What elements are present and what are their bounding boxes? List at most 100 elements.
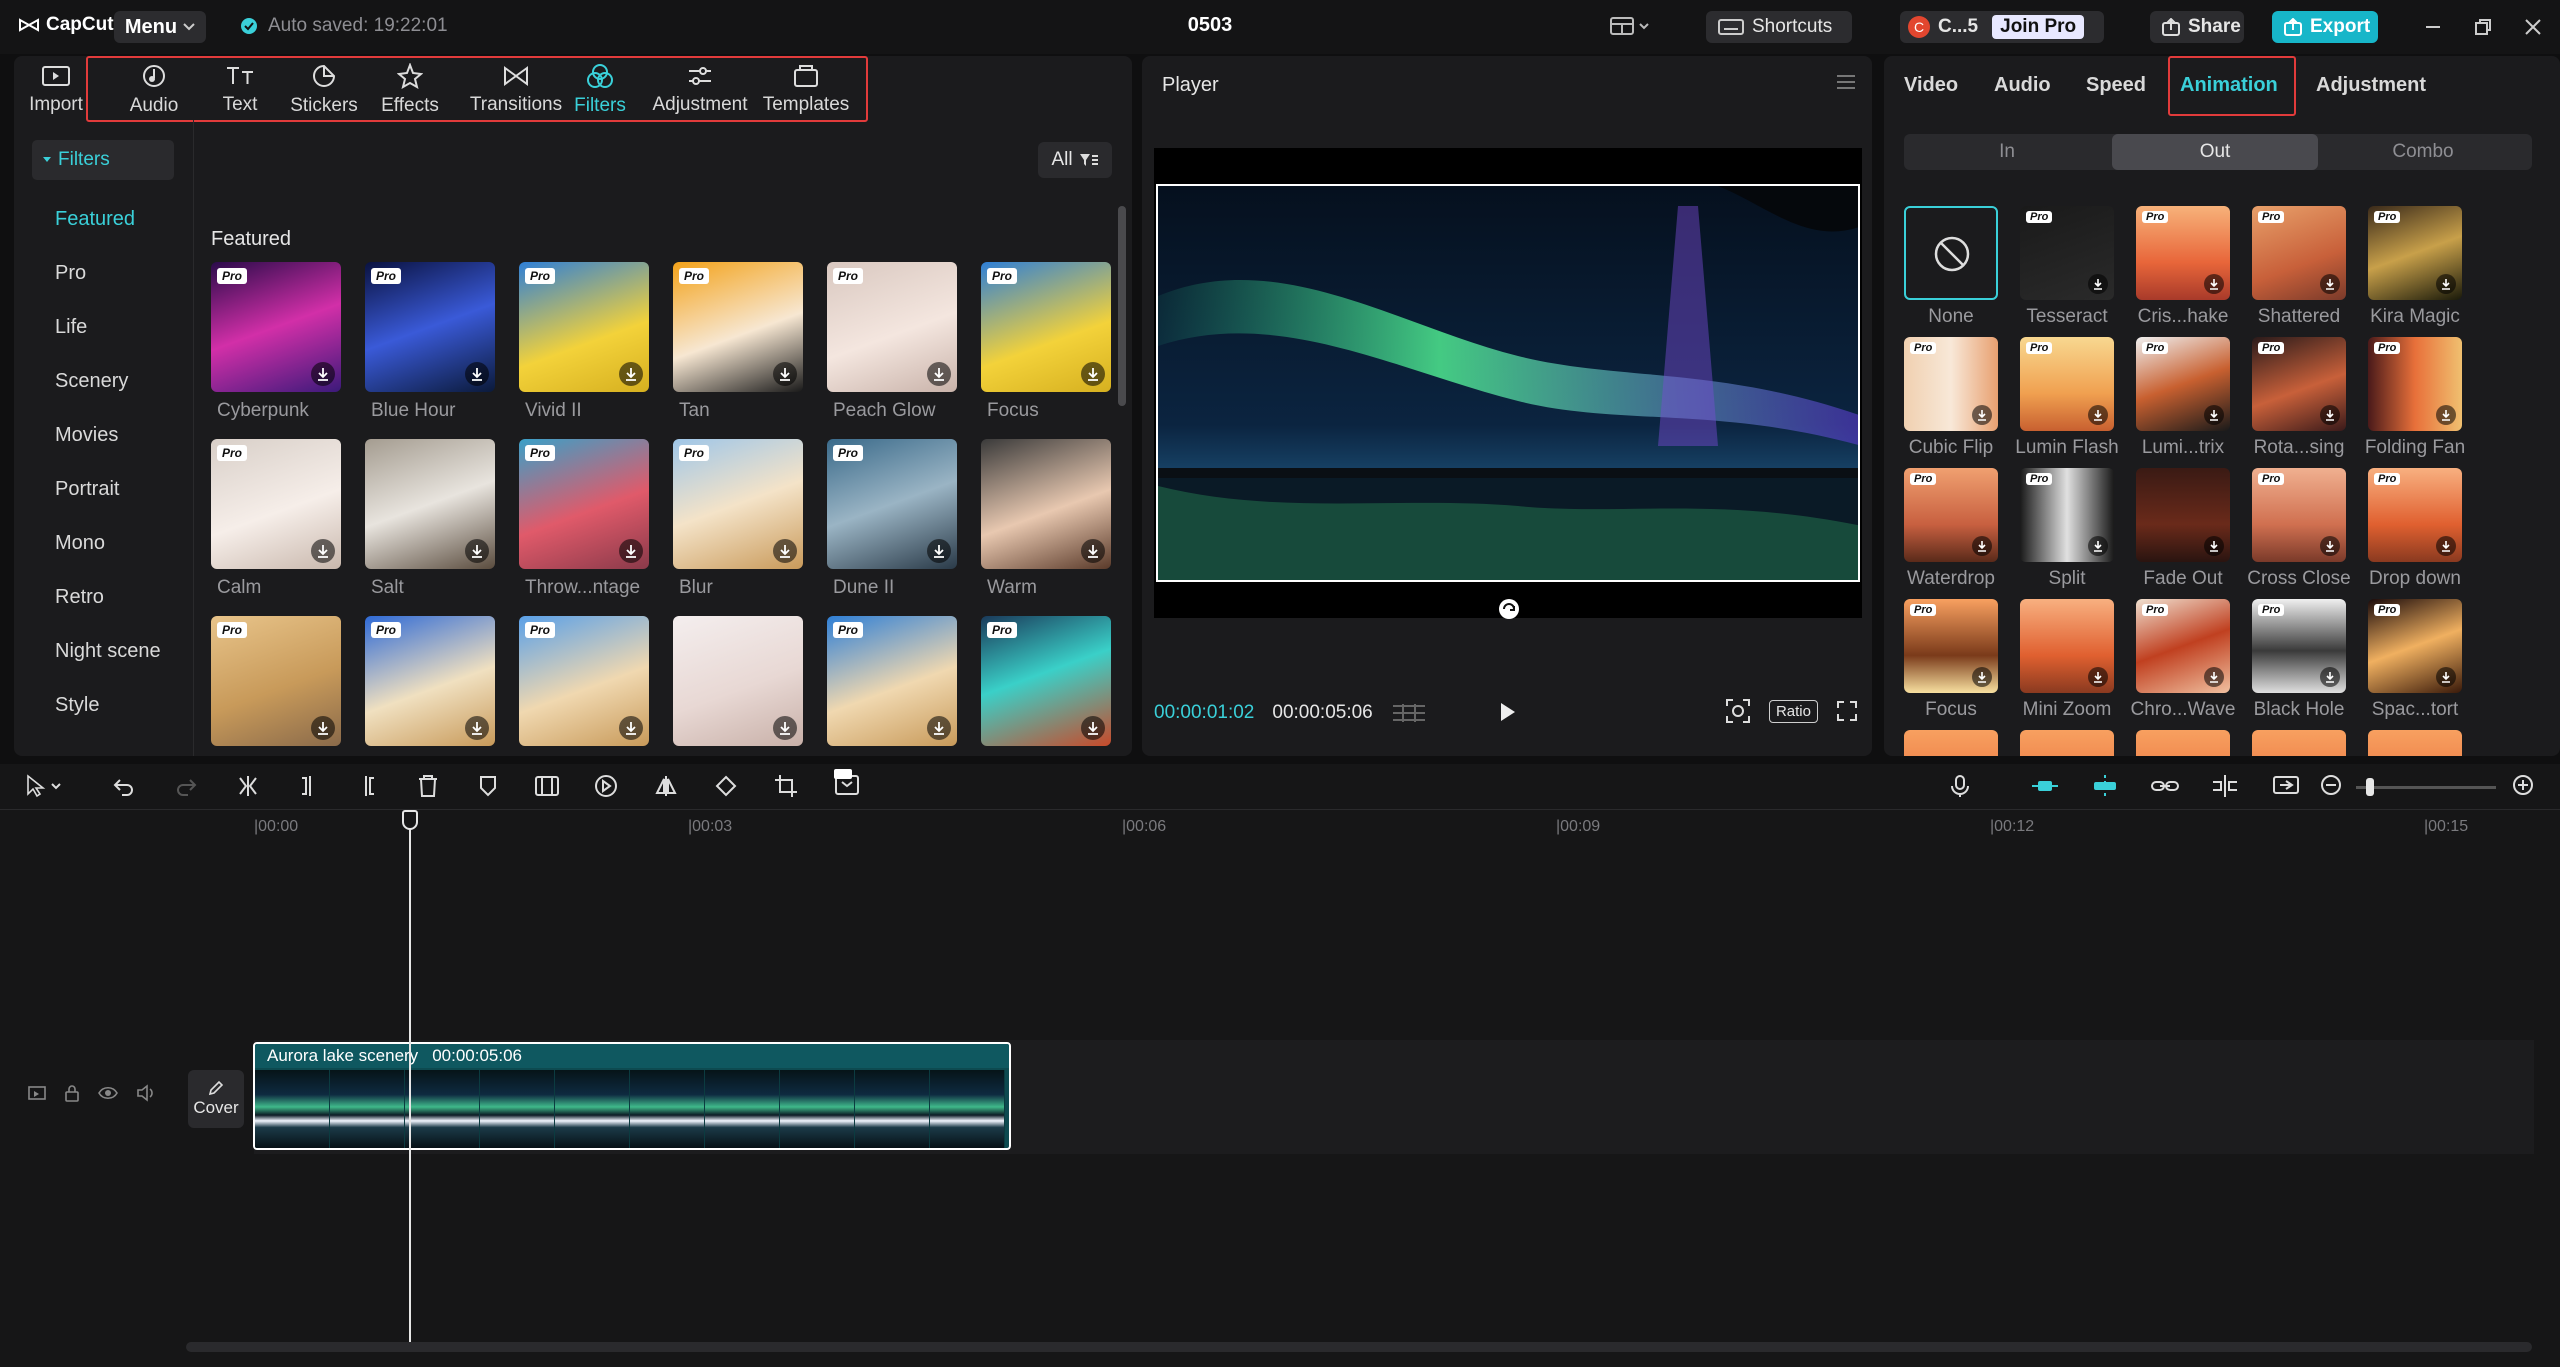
- download-icon[interactable]: [2320, 405, 2340, 425]
- video-preview[interactable]: [1156, 184, 1860, 582]
- reverse-icon[interactable]: [594, 774, 618, 798]
- download-icon[interactable]: [1972, 667, 1992, 687]
- download-icon[interactable]: [2204, 536, 2224, 556]
- download-icon[interactable]: [465, 539, 489, 563]
- filter-thumbnail[interactable]: [981, 439, 1111, 569]
- download-icon[interactable]: [2436, 667, 2456, 687]
- animation-thumbnail[interactable]: Pro: [2252, 468, 2346, 562]
- animation-thumbnail[interactable]: Pro: [2368, 599, 2462, 693]
- download-icon[interactable]: [2320, 667, 2340, 687]
- fullscreen-icon[interactable]: [1836, 700, 1858, 722]
- download-icon[interactable]: [1972, 536, 1992, 556]
- preview-axis-icon[interactable]: [2210, 774, 2240, 798]
- filter-thumbnail[interactable]: Pro: [211, 262, 341, 392]
- lock-icon[interactable]: [64, 1084, 80, 1102]
- zoom-slider-track[interactable]: [2356, 786, 2496, 789]
- download-icon[interactable]: [1081, 716, 1105, 740]
- layout-icon[interactable]: [1610, 16, 1650, 38]
- crop-icon[interactable]: [774, 774, 798, 798]
- media-scrollbar[interactable]: [1118, 206, 1126, 406]
- category-night-scene[interactable]: Night scene: [55, 640, 161, 663]
- video-clip[interactable]: Aurora lake scenery 00:00:05:06: [253, 1042, 1011, 1150]
- zoom-to-fit-icon[interactable]: [2272, 774, 2302, 798]
- download-icon[interactable]: [773, 362, 797, 386]
- filter-thumbnail[interactable]: Pro: [981, 616, 1111, 746]
- split-right-icon[interactable]: [356, 774, 380, 798]
- tab-video[interactable]: Video: [1904, 74, 1958, 97]
- mirror-icon[interactable]: [654, 774, 678, 798]
- download-icon[interactable]: [619, 716, 643, 740]
- tab-inspector-adjustment[interactable]: Adjustment: [2316, 74, 2426, 97]
- minimize-icon[interactable]: [2424, 20, 2442, 34]
- filter-thumbnail[interactable]: Pro: [211, 439, 341, 569]
- animation-thumbnail[interactable]: [2368, 730, 2462, 756]
- animation-thumbnail[interactable]: Pro: [1904, 337, 1998, 431]
- close-icon[interactable]: [2524, 18, 2542, 36]
- animation-thumbnail[interactable]: Pro: [1904, 599, 1998, 693]
- screenshot-icon[interactable]: [1725, 698, 1751, 724]
- animation-thumbnail[interactable]: Pro: [2020, 337, 2114, 431]
- download-icon[interactable]: [2204, 274, 2224, 294]
- category-style[interactable]: Style: [55, 694, 99, 717]
- filter-thumbnail[interactable]: Pro: [519, 439, 649, 569]
- animation-thumbnail[interactable]: [2020, 599, 2114, 693]
- linkage-icon[interactable]: [2150, 774, 2180, 798]
- download-icon[interactable]: [773, 539, 797, 563]
- share-button[interactable]: Share: [2150, 11, 2244, 43]
- animation-thumbnail[interactable]: Pro: [2252, 206, 2346, 300]
- download-icon[interactable]: [619, 539, 643, 563]
- auto-reframe-icon[interactable]: [832, 768, 862, 798]
- download-icon[interactable]: [311, 539, 335, 563]
- split-icon[interactable]: [236, 774, 260, 798]
- ratio-button[interactable]: Ratio: [1768, 699, 1818, 723]
- project-title[interactable]: 0503: [1160, 14, 1260, 37]
- download-icon[interactable]: [619, 362, 643, 386]
- download-icon[interactable]: [465, 716, 489, 740]
- filter-thumbnail[interactable]: [365, 439, 495, 569]
- animation-thumbnail[interactable]: [2136, 730, 2230, 756]
- filter-thumbnail[interactable]: Pro: [365, 616, 495, 746]
- filter-thumbnail[interactable]: Pro: [673, 262, 803, 392]
- animation-thumbnail[interactable]: Pro: [2368, 337, 2462, 431]
- filter-thumbnail[interactable]: [673, 616, 803, 746]
- zoom-slider-handle[interactable]: [2366, 778, 2374, 796]
- download-icon[interactable]: [927, 362, 951, 386]
- category-portrait[interactable]: Portrait: [55, 478, 119, 501]
- zoom-in-icon[interactable]: [2512, 774, 2534, 796]
- export-button[interactable]: Export: [2272, 11, 2378, 43]
- filters-section-header[interactable]: Filters: [32, 140, 174, 180]
- rotate-icon[interactable]: [714, 774, 738, 798]
- account-button[interactable]: C C...5 Join Pro: [1900, 11, 2104, 43]
- tab-speed[interactable]: Speed: [2086, 74, 2146, 97]
- category-featured[interactable]: Featured: [55, 208, 135, 231]
- download-icon[interactable]: [2088, 536, 2108, 556]
- animation-thumbnail[interactable]: Pro: [2136, 599, 2230, 693]
- filter-thumbnail[interactable]: Pro: [519, 262, 649, 392]
- animation-thumbnail[interactable]: Pro: [2252, 599, 2346, 693]
- download-icon[interactable]: [927, 716, 951, 740]
- cover-button[interactable]: Cover: [188, 1070, 244, 1128]
- microphone-icon[interactable]: [1950, 774, 1970, 798]
- undo-icon[interactable]: [112, 774, 136, 798]
- freeze-frame-icon[interactable]: [534, 774, 560, 798]
- animation-thumbnail[interactable]: Pro: [2252, 337, 2346, 431]
- join-pro-badge[interactable]: Join Pro: [1992, 15, 2085, 39]
- menu-button[interactable]: Menu: [114, 11, 206, 43]
- animation-thumbnail[interactable]: Pro: [1904, 468, 1998, 562]
- time-ruler[interactable]: |00:00 |00:03 |00:06 |00:09 |00:12 |00:1…: [180, 810, 2550, 840]
- download-icon[interactable]: [2204, 667, 2224, 687]
- category-life[interactable]: Life: [55, 316, 87, 339]
- download-icon[interactable]: [2436, 405, 2456, 425]
- timeline-list-icon[interactable]: [1391, 702, 1427, 724]
- animation-thumbnail[interactable]: Pro: [2136, 206, 2230, 300]
- speaker-icon[interactable]: [136, 1084, 156, 1102]
- download-icon[interactable]: [2436, 274, 2456, 294]
- animation-thumbnail[interactable]: [1904, 730, 1998, 756]
- animation-thumbnail[interactable]: Pro: [2368, 468, 2462, 562]
- download-icon[interactable]: [465, 362, 489, 386]
- play-icon[interactable]: [1495, 700, 1519, 724]
- split-left-icon[interactable]: [296, 774, 320, 798]
- restore-icon[interactable]: [2474, 18, 2492, 36]
- segment-in[interactable]: In: [1904, 134, 2110, 170]
- download-icon[interactable]: [2088, 405, 2108, 425]
